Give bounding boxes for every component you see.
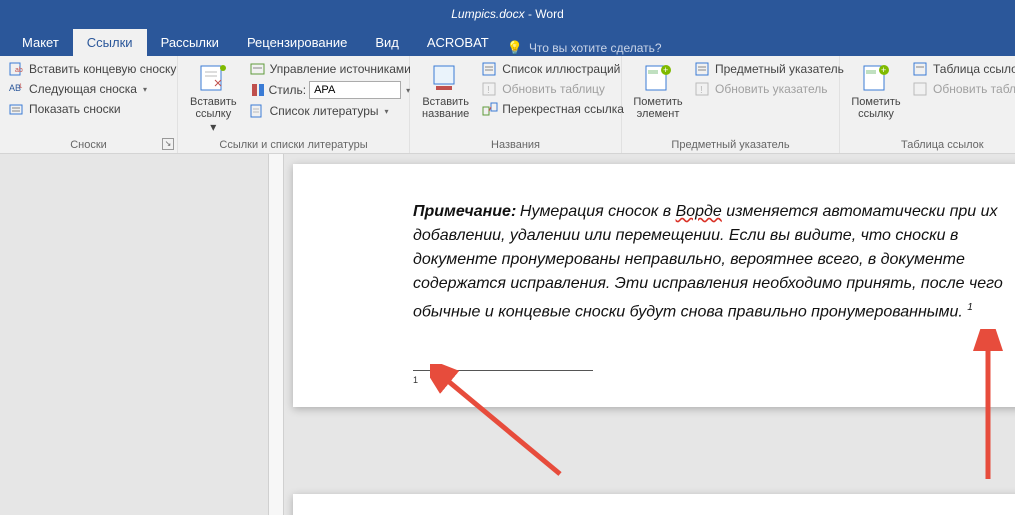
- show-notes-button[interactable]: Показать сноски: [6, 100, 179, 118]
- ribbon-tabs: Макет Ссылки Рассылки Рецензирование Вид…: [0, 28, 1015, 56]
- group-label-citations: Ссылки и списки литературы: [178, 139, 409, 151]
- group-toa: + Пометить ссылку Таблица ссылок Обновит…: [840, 56, 1015, 153]
- update-icon: !: [482, 81, 498, 97]
- title-bar: Lumpics.docx - Word: [0, 0, 1015, 28]
- show-notes-icon: [9, 101, 25, 117]
- next-footnote-button[interactable]: AB1 Следующая сноска ▾: [6, 80, 179, 98]
- group-label-index: Предметный указатель: [622, 139, 839, 151]
- document-page[interactable]: Примечание: Нумерация сносок в Ворде изм…: [293, 164, 1015, 407]
- svg-text:ab: ab: [15, 67, 23, 74]
- caption-icon: [430, 62, 462, 94]
- group-captions: Вставить название Список иллюстраций ! О…: [410, 56, 622, 153]
- cross-ref-icon: [482, 101, 498, 117]
- tab-acrobat[interactable]: ACROBAT: [413, 29, 503, 56]
- lightbulb-icon: 💡: [507, 40, 523, 56]
- cross-reference-button[interactable]: Перекрестная ссылка: [479, 100, 627, 118]
- list-icon: [482, 61, 498, 77]
- ribbon: ab Вставить концевую сноску AB1 Следующа…: [0, 56, 1015, 154]
- svg-text:1: 1: [19, 84, 23, 90]
- citation-icon: [197, 62, 229, 94]
- insert-toa-button[interactable]: Таблица ссылок: [910, 60, 1015, 78]
- document-workspace: Примечание: Нумерация сносок в Ворде изм…: [0, 154, 1015, 515]
- mark-citation-icon: +: [860, 62, 892, 94]
- tab-review[interactable]: Рецензирование: [233, 29, 361, 56]
- update-icon: !: [695, 81, 711, 97]
- app-name: Word: [535, 7, 563, 21]
- group-label-toa: Таблица ссылок: [840, 139, 1015, 151]
- update-table-button: ! Обновить таблицу: [479, 80, 627, 98]
- update-icon: [913, 81, 929, 97]
- insert-index-button[interactable]: Предметный указатель: [692, 60, 847, 78]
- tab-mailings[interactable]: Рассылки: [147, 29, 233, 56]
- next-footnote-icon: AB1: [9, 81, 25, 97]
- svg-text:!: !: [487, 85, 490, 96]
- note-label: Примечание:: [413, 203, 516, 220]
- tab-layout[interactable]: Макет: [8, 29, 73, 56]
- tell-me-search[interactable]: 💡 Что вы хотите сделать?: [507, 40, 662, 56]
- document-name: Lumpics.docx: [451, 7, 524, 21]
- mark-entry-icon: +: [642, 62, 674, 94]
- group-footnotes: ab Вставить концевую сноску AB1 Следующа…: [0, 56, 178, 153]
- svg-text:+: +: [663, 65, 668, 75]
- citation-style-selector[interactable]: Стиль: ▾: [247, 80, 414, 100]
- chevron-down-icon: ▾: [210, 120, 216, 134]
- tab-references[interactable]: Ссылки: [73, 29, 147, 56]
- update-toa-button: Обновить таблицу: [910, 80, 1015, 98]
- bibliography-button[interactable]: Список литературы ▾: [247, 102, 414, 120]
- chevron-down-icon: ▾: [385, 104, 389, 119]
- bibliography-icon: [250, 103, 266, 119]
- insert-endnote-button[interactable]: ab Вставить концевую сноску: [6, 60, 179, 78]
- spell-error-word[interactable]: Ворде: [676, 203, 722, 220]
- manage-sources-button[interactable]: Управление источниками: [247, 60, 414, 78]
- group-label-captions: Названия: [410, 139, 621, 151]
- toa-icon: [913, 61, 929, 77]
- svg-text:+: +: [881, 65, 886, 75]
- footnote-reference[interactable]: 1: [967, 302, 973, 313]
- table-of-figures-button[interactable]: Список иллюстраций: [479, 60, 627, 78]
- update-index-button: ! Обновить указатель: [692, 80, 847, 98]
- document-paragraph[interactable]: Примечание: Нумерация сносок в Ворде изм…: [413, 200, 1003, 324]
- svg-text:!: !: [700, 85, 703, 96]
- style-combo-input[interactable]: [309, 81, 401, 99]
- next-page[interactable]: [293, 494, 1015, 515]
- tab-view[interactable]: Вид: [361, 29, 413, 56]
- vertical-ruler[interactable]: [268, 154, 284, 515]
- group-citations: Вставить ссылку ▾ Управление источниками…: [178, 56, 410, 153]
- style-icon: [250, 82, 266, 98]
- group-label-footnotes: Сноски: [0, 139, 177, 151]
- footnote-separator: [413, 370, 593, 371]
- manage-sources-icon: [250, 61, 266, 77]
- group-index: + Пометить элемент Предметный указатель …: [622, 56, 840, 153]
- chevron-down-icon: ▾: [143, 82, 147, 97]
- index-icon: [695, 61, 711, 77]
- footnote-marker[interactable]: 1: [413, 375, 1011, 385]
- tell-me-placeholder: Что вы хотите сделать?: [529, 41, 662, 55]
- endnote-icon: ab: [9, 61, 25, 77]
